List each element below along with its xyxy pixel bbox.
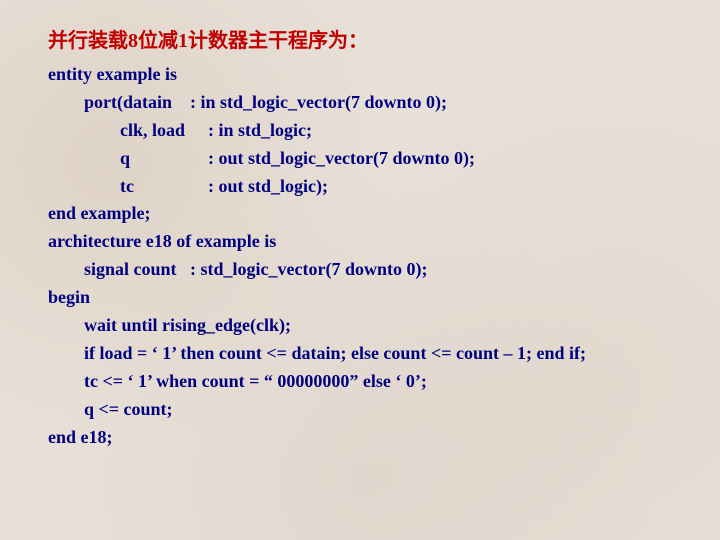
code-line: architecture e18 of example is xyxy=(48,228,672,256)
code-line: if load = ‘ 1’ then count <= datain; els… xyxy=(48,340,672,368)
port-name: port(datain xyxy=(84,92,172,112)
code-line: q: out std_logic_vector(7 downto 0); xyxy=(48,145,672,173)
code-line: tc: out std_logic); xyxy=(48,173,672,201)
code-line: begin xyxy=(48,284,672,312)
document-title: 并行装载8位减1计数器主干程序为： xyxy=(48,24,672,53)
code-line: signal count : std_logic_vector(7 downto… xyxy=(48,256,672,284)
port-type: : in std_logic; xyxy=(208,120,312,140)
port-type: : out std_logic_vector(7 downto 0); xyxy=(208,148,475,168)
port-type: : in std_logic_vector(7 downto 0); xyxy=(190,92,447,112)
code-line: q <= count; xyxy=(48,396,672,424)
code-line: port(datain : in std_logic_vector(7 down… xyxy=(48,89,672,117)
code-line: wait until rising_edge(clk); xyxy=(48,312,672,340)
code-line: end e18; xyxy=(48,424,672,452)
code-line: tc <= ‘ 1’ when count = “ 00000000” else… xyxy=(48,368,672,396)
code-line: entity example is xyxy=(48,61,672,89)
port-name: clk, load xyxy=(120,117,208,145)
code-line: end example; xyxy=(48,200,672,228)
port-name: tc xyxy=(120,173,208,201)
port-name: q xyxy=(120,145,208,173)
document-content: 并行装载8位减1计数器主干程序为： entity example is port… xyxy=(0,0,720,475)
port-type: : out std_logic); xyxy=(208,176,328,196)
code-line: clk, load: in std_logic; xyxy=(48,117,672,145)
